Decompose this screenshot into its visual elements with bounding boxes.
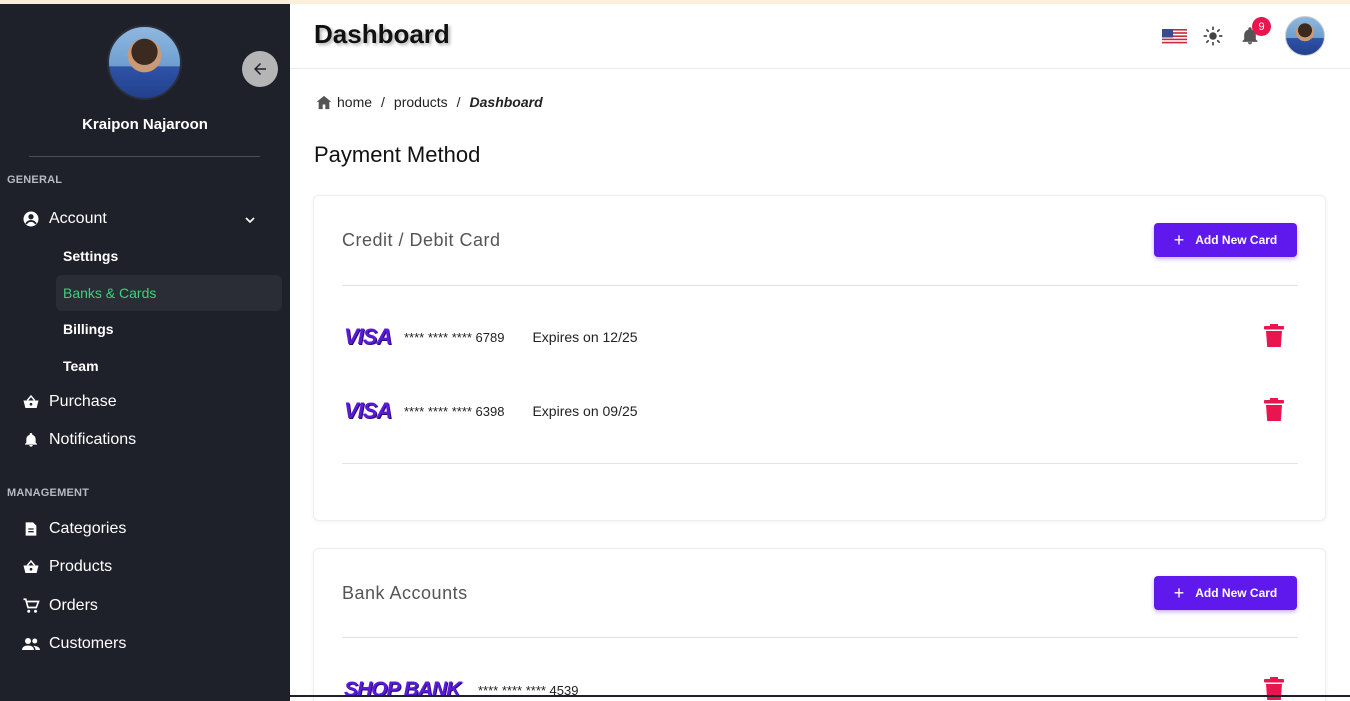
sidebar-subitem-settings[interactable]: Settings bbox=[63, 248, 118, 264]
cart-icon bbox=[22, 597, 40, 615]
people-icon bbox=[22, 635, 40, 653]
sidebar-item-label: Customers bbox=[49, 635, 127, 652]
bottom-border bbox=[48, 695, 1350, 697]
add-new-card-button[interactable]: + Add New Card bbox=[1154, 576, 1297, 610]
us-flag-icon[interactable] bbox=[1162, 29, 1187, 45]
notification-badge: 9 bbox=[1252, 17, 1271, 36]
breadcrumb-current: Dashboard bbox=[469, 94, 543, 110]
divider bbox=[342, 463, 1298, 464]
divider bbox=[342, 285, 1298, 286]
sidebar-item-label: Orders bbox=[49, 597, 98, 614]
top-header: Dashboard 9 bbox=[290, 4, 1350, 69]
sidebar-item-orders[interactable]: Orders bbox=[22, 597, 98, 615]
button-label: Add New Card bbox=[1195, 586, 1278, 600]
sidebar-subitem-billings[interactable]: Billings bbox=[63, 321, 114, 337]
sidebar-item-label: Account bbox=[49, 210, 107, 227]
breadcrumb-home[interactable]: home bbox=[337, 94, 372, 110]
add-new-card-button[interactable]: + Add New Card bbox=[1154, 223, 1297, 257]
chevron-down-icon[interactable] bbox=[242, 212, 258, 233]
shop-bank-logo: SHOP BANK bbox=[344, 678, 461, 701]
section-label-general: GENERAL bbox=[7, 174, 63, 186]
document-icon bbox=[22, 520, 40, 538]
sidebar-item-notifications[interactable]: Notifications bbox=[22, 431, 136, 449]
sidebar: Kraipon Najaroon GENERAL Account Setting… bbox=[0, 4, 290, 701]
divider bbox=[342, 637, 1298, 638]
bank-accounts-panel: Bank Accounts + Add New Card SHOP BANK *… bbox=[313, 548, 1326, 701]
delete-icon[interactable] bbox=[1264, 398, 1284, 422]
plus-icon: + bbox=[1173, 582, 1185, 603]
breadcrumb-separator: / bbox=[381, 94, 385, 110]
sidebar-item-categories[interactable]: Categories bbox=[22, 520, 126, 538]
card-expiry: Expires on 12/25 bbox=[532, 329, 638, 345]
breadcrumb-separator: / bbox=[456, 94, 461, 110]
sidebar-item-customers[interactable]: Customers bbox=[22, 635, 126, 653]
visa-logo: VISA bbox=[344, 324, 392, 349]
card-number: **** **** **** 6398 bbox=[404, 403, 505, 419]
panel-title: Bank Accounts bbox=[342, 583, 468, 603]
theme-sun-icon[interactable] bbox=[1203, 26, 1223, 46]
sidebar-divider bbox=[29, 156, 260, 157]
sidebar-subitem-banks-cards[interactable]: Banks & Cards bbox=[63, 285, 156, 301]
collapse-sidebar-button[interactable] bbox=[242, 51, 278, 87]
user-name: Kraipon Najaroon bbox=[82, 116, 208, 133]
breadcrumb: home / products / Dashboard bbox=[316, 94, 543, 110]
delete-icon[interactable] bbox=[1264, 324, 1284, 348]
bell-icon bbox=[22, 431, 40, 449]
header-avatar[interactable] bbox=[1285, 16, 1325, 56]
sidebar-item-label: Products bbox=[49, 558, 113, 575]
visa-logo: VISA bbox=[344, 398, 392, 423]
sidebar-item-products[interactable]: Products bbox=[22, 558, 112, 576]
sidebar-subitem-team[interactable]: Team bbox=[63, 358, 99, 374]
card-number: **** **** **** 6789 bbox=[404, 329, 505, 345]
delete-icon[interactable] bbox=[1264, 677, 1284, 701]
sidebar-item-label: Purchase bbox=[49, 393, 117, 410]
button-label: Add New Card bbox=[1195, 233, 1278, 247]
sidebar-item-label: Categories bbox=[49, 520, 127, 537]
breadcrumb-products[interactable]: products bbox=[394, 94, 448, 110]
user-avatar[interactable] bbox=[107, 25, 182, 100]
page-heading: Dashboard bbox=[314, 19, 450, 49]
sidebar-item-account[interactable]: Account bbox=[22, 210, 107, 228]
basket-icon bbox=[22, 558, 40, 576]
credit-card-panel: Credit / Debit Card + Add New Card VISA … bbox=[313, 195, 1326, 521]
bank-row: SHOP BANK **** **** **** 4539 bbox=[344, 675, 1299, 701]
panel-title: Credit / Debit Card bbox=[342, 230, 501, 250]
card-row: VISA **** **** **** 6789 Expires on 12/2… bbox=[344, 322, 1299, 352]
account-circle-icon bbox=[22, 210, 40, 228]
card-expiry: Expires on 09/25 bbox=[532, 403, 638, 419]
sidebar-item-label: Notifications bbox=[49, 431, 137, 448]
basket-icon bbox=[22, 393, 40, 411]
plus-icon: + bbox=[1173, 229, 1185, 250]
arrow-left-icon bbox=[254, 63, 266, 75]
home-icon bbox=[316, 95, 332, 109]
section-title: Payment Method bbox=[314, 142, 481, 167]
sidebar-item-purchase[interactable]: Purchase bbox=[22, 393, 117, 411]
card-row: VISA **** **** **** 6398 Expires on 09/2… bbox=[344, 396, 1299, 426]
section-label-management: MANAGEMENT bbox=[7, 487, 90, 499]
